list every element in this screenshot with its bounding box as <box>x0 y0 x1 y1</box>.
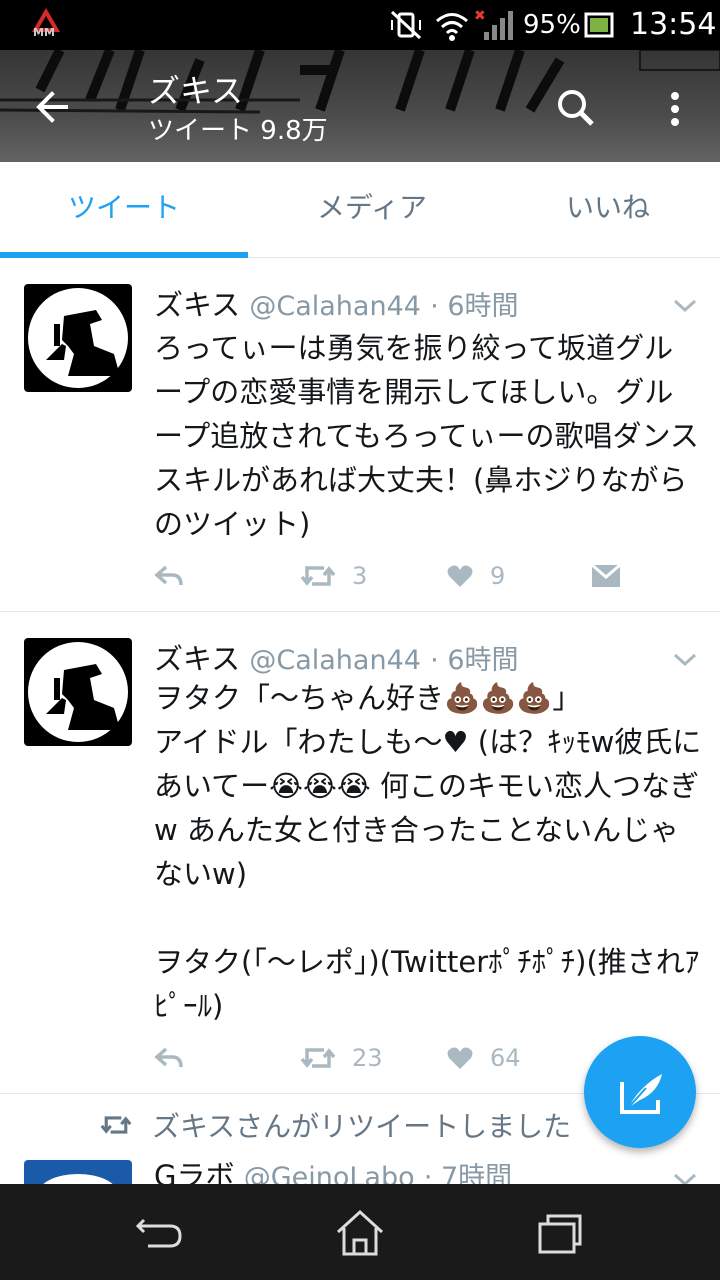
heart-icon <box>447 1047 473 1069</box>
tweet-count-value: 9.8万 <box>260 116 328 146</box>
heart-icon <box>447 565 473 587</box>
tweet-header: Gラボ @GeinoLabo · 7時間 <box>154 1158 512 1184</box>
nav-recents-button[interactable] <box>530 1208 590 1258</box>
chevron-down-icon[interactable] <box>670 650 700 670</box>
vibrate-off-icon <box>388 8 424 42</box>
retweet-notice: ズキスさんがリツイートしました <box>100 1100 571 1150</box>
like-button[interactable]: 64 <box>446 1038 521 1078</box>
tweet-author-name[interactable]: ズキス <box>154 288 240 322</box>
status-bar: MM ✖ 95% 13:54 <box>0 0 720 50</box>
tab-tweets[interactable]: ツイート <box>0 162 248 254</box>
retweet-notice-text: ズキスさんがリツイートしました <box>152 1110 572 1143</box>
battery-icon <box>584 8 616 42</box>
more-vert-icon <box>671 92 679 126</box>
retweet-button[interactable]: 23 <box>300 1038 383 1078</box>
retweet-count: 23 <box>352 1044 383 1072</box>
envelope-icon <box>591 563 621 587</box>
tweet-actions: 23 64 <box>154 1038 634 1078</box>
svg-text:✖: ✖ <box>474 8 486 24</box>
chevron-down-icon[interactable] <box>670 296 700 316</box>
tweet-header: ズキス @Calahan44 · 6時間 <box>154 636 519 678</box>
more-options-button[interactable] <box>660 86 690 136</box>
reply-button[interactable] <box>154 556 184 596</box>
avatar-silhouette-icon <box>28 288 128 388</box>
back-arrow-icon <box>36 91 68 123</box>
like-button[interactable]: 9 <box>446 556 505 596</box>
tab-likes[interactable]: いいね <box>496 162 720 254</box>
tweet-count-label: ツイート <box>148 116 253 146</box>
retweet-icon <box>300 1048 336 1068</box>
tweet-text: ろってぃーは勇気を振り絞って坂道グループの恋愛事情を開示してほしい。グループ追放… <box>154 331 699 541</box>
avatar-silhouette-icon <box>28 642 128 742</box>
profile-tabs: ツイート メディア いいね <box>0 162 720 258</box>
signal-icon: ✖ <box>474 8 514 42</box>
tweet-item[interactable]: ズキス @Calahan44 · 6時間 ヲタク「〜ちゃん好き💩💩💩」 アイドル… <box>0 612 720 1094</box>
retweet-count: 3 <box>352 562 368 590</box>
profile-name: ズキス <box>148 72 244 110</box>
nav-home-button[interactable] <box>330 1208 390 1258</box>
nav-back-button[interactable] <box>130 1208 190 1258</box>
tweet-item[interactable]: ズキス @Calahan44 · 6時間 ろってぃーは勇気を振り絞って坂道グルー… <box>0 258 720 612</box>
avatar[interactable] <box>24 284 132 392</box>
dm-share-button[interactable] <box>590 556 622 596</box>
search-icon <box>558 90 594 126</box>
tweet-timestamp: · 7時間 <box>423 1162 513 1184</box>
carrier-badge: MM <box>33 26 55 39</box>
retweet-icon <box>300 566 336 586</box>
wifi-icon <box>434 8 470 42</box>
like-count: 64 <box>490 1044 521 1072</box>
tweet-author-name[interactable]: Gラボ <box>154 1159 234 1184</box>
profile-header: ズキス ツイート 9.8万 <box>0 50 720 162</box>
back-button[interactable] <box>30 84 82 130</box>
tweet-timestamp: · 6時間 <box>430 645 519 676</box>
retweet-icon <box>100 1116 132 1134</box>
tab-media[interactable]: メディア <box>248 162 496 254</box>
back-icon <box>135 1218 182 1248</box>
banner-shade <box>0 50 720 162</box>
tweet-author-handle: @Calahan44 <box>249 291 421 322</box>
reply-icon <box>154 1047 183 1068</box>
search-button[interactable] <box>552 84 600 132</box>
home-icon <box>336 1209 384 1256</box>
tweet-actions: 3 9 <box>154 556 634 596</box>
recents-icon <box>538 1214 582 1254</box>
retweet-button[interactable]: 3 <box>300 556 367 596</box>
system-nav-bar <box>0 1184 720 1280</box>
tweet-author-name[interactable]: ズキス <box>154 642 240 676</box>
reply-icon <box>154 565 183 586</box>
clock: 13:54 <box>630 7 717 42</box>
tweet-text: ヲタク「〜ちゃん好き💩💩💩」 アイドル「わたしも〜♥ (は？ｷｯﾓw彼氏にあいて… <box>154 681 702 1023</box>
like-count: 9 <box>490 562 506 590</box>
battery-percent: 95% <box>523 10 581 40</box>
tweet-author-handle: @Calahan44 <box>249 645 421 676</box>
tweet-timestamp: · 6時間 <box>430 291 519 322</box>
tweet-count: ツイート 9.8万 <box>148 110 328 147</box>
compose-quill-icon <box>620 1074 662 1114</box>
avatar[interactable] <box>24 638 132 746</box>
tweet-header: ズキス @Calahan44 · 6時間 <box>154 282 519 324</box>
compose-tweet-button[interactable] <box>584 1036 696 1148</box>
reply-button[interactable] <box>154 1038 184 1078</box>
tweet-author-handle: @GeinoLabo <box>243 1162 415 1184</box>
